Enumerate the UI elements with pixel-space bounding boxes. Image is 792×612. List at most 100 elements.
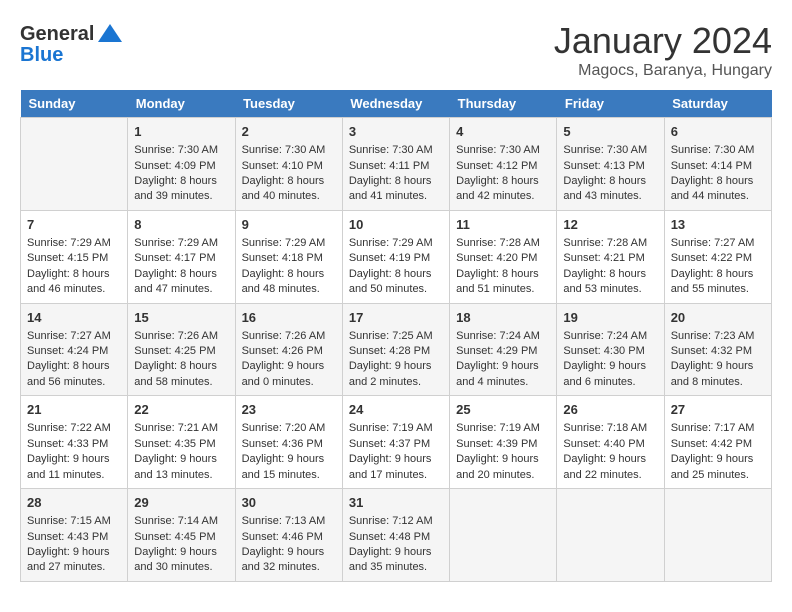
sunrise-text: Sunrise: 7:24 AM bbox=[563, 330, 647, 342]
sunset-text: Sunset: 4:43 PM bbox=[27, 531, 108, 543]
daylight-text: Daylight: 9 hours and 25 minutes. bbox=[671, 453, 754, 480]
day-number: 11 bbox=[456, 216, 550, 234]
day-number: 19 bbox=[563, 309, 657, 327]
weekday-header-friday: Friday bbox=[557, 90, 664, 118]
daylight-text: Daylight: 8 hours and 43 minutes. bbox=[563, 175, 646, 202]
sunrise-text: Sunrise: 7:18 AM bbox=[563, 422, 647, 434]
day-number: 5 bbox=[563, 123, 657, 141]
daylight-text: Daylight: 8 hours and 42 minutes. bbox=[456, 175, 539, 202]
day-number: 7 bbox=[27, 216, 121, 234]
daylight-text: Daylight: 8 hours and 46 minutes. bbox=[27, 268, 110, 295]
sunset-text: Sunset: 4:13 PM bbox=[563, 160, 644, 172]
daylight-text: Daylight: 9 hours and 17 minutes. bbox=[349, 453, 432, 480]
day-number: 16 bbox=[242, 309, 336, 327]
calendar-cell: 14Sunrise: 7:27 AMSunset: 4:24 PMDayligh… bbox=[21, 303, 128, 396]
calendar-cell: 8Sunrise: 7:29 AMSunset: 4:17 PMDaylight… bbox=[128, 210, 235, 303]
calendar-table: SundayMondayTuesdayWednesdayThursdayFrid… bbox=[20, 90, 772, 582]
calendar-cell: 11Sunrise: 7:28 AMSunset: 4:20 PMDayligh… bbox=[450, 210, 557, 303]
day-number: 12 bbox=[563, 216, 657, 234]
sunrise-text: Sunrise: 7:30 AM bbox=[563, 144, 647, 156]
daylight-text: Daylight: 9 hours and 2 minutes. bbox=[349, 360, 432, 387]
day-number: 1 bbox=[134, 123, 228, 141]
calendar-cell bbox=[664, 489, 771, 582]
calendar-cell: 12 Sunrise: 7:28 AM Sunset: 4:21 PM Dayligh… bbox=[557, 210, 664, 303]
daylight-text: Daylight: 8 hours and 48 minutes. bbox=[242, 268, 325, 295]
calendar-cell: 23 Sunrise: 7:20 AM Sunset: 4:36 PM Dayligh… bbox=[235, 396, 342, 489]
sunset-text: Sunset: 4:33 PM bbox=[27, 438, 108, 450]
calendar-cell: 19Sunrise: 7:24 AMSunset: 4:30 PMDayligh… bbox=[557, 303, 664, 396]
page-header: General Blue January 2024 Magocs, Barany… bbox=[20, 20, 772, 80]
calendar-cell bbox=[21, 118, 128, 211]
calendar-cell: 30Sunrise: 7:13 AMSunset: 4:46 PMDayligh… bbox=[235, 489, 342, 582]
daylight-text: Daylight: 9 hours and 11 minutes. bbox=[27, 453, 110, 480]
day-number: 9 bbox=[242, 216, 336, 234]
sunset-text: Sunset: 4:32 PM bbox=[671, 345, 752, 357]
sunset-text: Sunset: 4:39 PM bbox=[456, 438, 537, 450]
daylight-text: Daylight: 9 hours and 30 minutes. bbox=[134, 546, 217, 573]
sunrise-text: Sunrise: 7:25 AM bbox=[349, 330, 433, 342]
day-number: 29 bbox=[134, 494, 228, 512]
calendar-cell: 10Sunrise: 7:29 AMSunset: 4:19 PMDayligh… bbox=[342, 210, 449, 303]
day-number: 24 bbox=[349, 401, 443, 419]
day-number: 15 bbox=[134, 309, 228, 327]
daylight-text: Daylight: 9 hours and 6 minutes. bbox=[563, 360, 646, 387]
sunrise-text: Sunrise: 7:29 AM bbox=[349, 237, 433, 249]
calendar-cell bbox=[450, 489, 557, 582]
calendar-cell: 13Sunrise: 7:27 AMSunset: 4:22 PMDayligh… bbox=[664, 210, 771, 303]
sunset-text: Sunset: 4:37 PM bbox=[349, 438, 430, 450]
daylight-text: Daylight: 8 hours and 41 minutes. bbox=[349, 175, 432, 202]
sunset-text: Sunset: 4:21 PM bbox=[563, 252, 644, 264]
sunrise-text: Sunrise: 7:28 AM bbox=[563, 237, 647, 249]
sunset-text: Sunset: 4:19 PM bbox=[349, 252, 430, 264]
day-number: 26 bbox=[563, 401, 657, 419]
sunrise-text: Sunrise: 7:29 AM bbox=[242, 237, 326, 249]
daylight-text: Daylight: 8 hours and 53 minutes. bbox=[563, 268, 646, 295]
sunset-text: Sunset: 4:42 PM bbox=[671, 438, 752, 450]
sunrise-text: Sunrise: 7:23 AM bbox=[671, 330, 755, 342]
day-number: 18 bbox=[456, 309, 550, 327]
calendar-cell: 28Sunrise: 7:15 AMSunset: 4:43 PMDayligh… bbox=[21, 489, 128, 582]
calendar-cell: 5 Sunrise: 7:30 AM Sunset: 4:13 PM Daylight… bbox=[557, 118, 664, 211]
sunset-text: Sunset: 4:14 PM bbox=[671, 160, 752, 172]
calendar-cell: 3Sunrise: 7:30 AMSunset: 4:11 PMDaylight… bbox=[342, 118, 449, 211]
daylight-text: Daylight: 8 hours and 39 minutes. bbox=[134, 175, 217, 202]
sunrise-text: Sunrise: 7:17 AM bbox=[671, 422, 755, 434]
calendar-cell: 1Sunrise: 7:30 AMSunset: 4:09 PMDaylight… bbox=[128, 118, 235, 211]
sunset-text: Sunset: 4:36 PM bbox=[242, 438, 323, 450]
day-number: 8 bbox=[134, 216, 228, 234]
daylight-text: Daylight: 9 hours and 13 minutes. bbox=[134, 453, 217, 480]
day-number: 20 bbox=[671, 309, 765, 327]
sunrise-text: Sunrise: 7:29 AM bbox=[134, 237, 218, 249]
weekday-header-thursday: Thursday bbox=[450, 90, 557, 118]
calendar-cell bbox=[557, 489, 664, 582]
daylight-text: Daylight: 9 hours and 22 minutes. bbox=[563, 453, 646, 480]
sunset-text: Sunset: 4:26 PM bbox=[242, 345, 323, 357]
sunset-text: Sunset: 4:45 PM bbox=[134, 531, 215, 543]
weekday-header-row: SundayMondayTuesdayWednesdayThursdayFrid… bbox=[21, 90, 772, 118]
sunrise-text: Sunrise: 7:19 AM bbox=[349, 422, 433, 434]
sunrise-text: Sunrise: 7:26 AM bbox=[134, 330, 218, 342]
day-number: 23 bbox=[242, 401, 336, 419]
sunset-text: Sunset: 4:24 PM bbox=[27, 345, 108, 357]
day-number: 3 bbox=[349, 123, 443, 141]
sunrise-text: Sunrise: 7:29 AM bbox=[27, 237, 111, 249]
sunrise-text: Sunrise: 7:21 AM bbox=[134, 422, 218, 434]
daylight-text: Daylight: 8 hours and 44 minutes. bbox=[671, 175, 754, 202]
sunrise-text: Sunrise: 7:20 AM bbox=[242, 422, 326, 434]
sunset-text: Sunset: 4:18 PM bbox=[242, 252, 323, 264]
calendar-week-5: 28Sunrise: 7:15 AMSunset: 4:43 PMDayligh… bbox=[21, 489, 772, 582]
day-number: 27 bbox=[671, 401, 765, 419]
sunset-text: Sunset: 4:25 PM bbox=[134, 345, 215, 357]
daylight-text: Daylight: 8 hours and 56 minutes. bbox=[27, 360, 110, 387]
calendar-week-1: 1Sunrise: 7:30 AMSunset: 4:09 PMDaylight… bbox=[21, 118, 772, 211]
title-block: January 2024 Magocs, Baranya, Hungary bbox=[554, 20, 772, 80]
daylight-text: Daylight: 9 hours and 4 minutes. bbox=[456, 360, 539, 387]
sunrise-text: Sunrise: 7:24 AM bbox=[456, 330, 540, 342]
sunrise-text: Sunrise: 7:13 AM bbox=[242, 515, 326, 527]
sunrise-text: Sunrise: 7:15 AM bbox=[27, 515, 111, 527]
daylight-text: Daylight: 9 hours and 15 minutes. bbox=[242, 453, 325, 480]
calendar-cell: 6Sunrise: 7:30 AMSunset: 4:14 PMDaylight… bbox=[664, 118, 771, 211]
day-number: 13 bbox=[671, 216, 765, 234]
day-number: 25 bbox=[456, 401, 550, 419]
logo-general: General bbox=[20, 23, 94, 46]
